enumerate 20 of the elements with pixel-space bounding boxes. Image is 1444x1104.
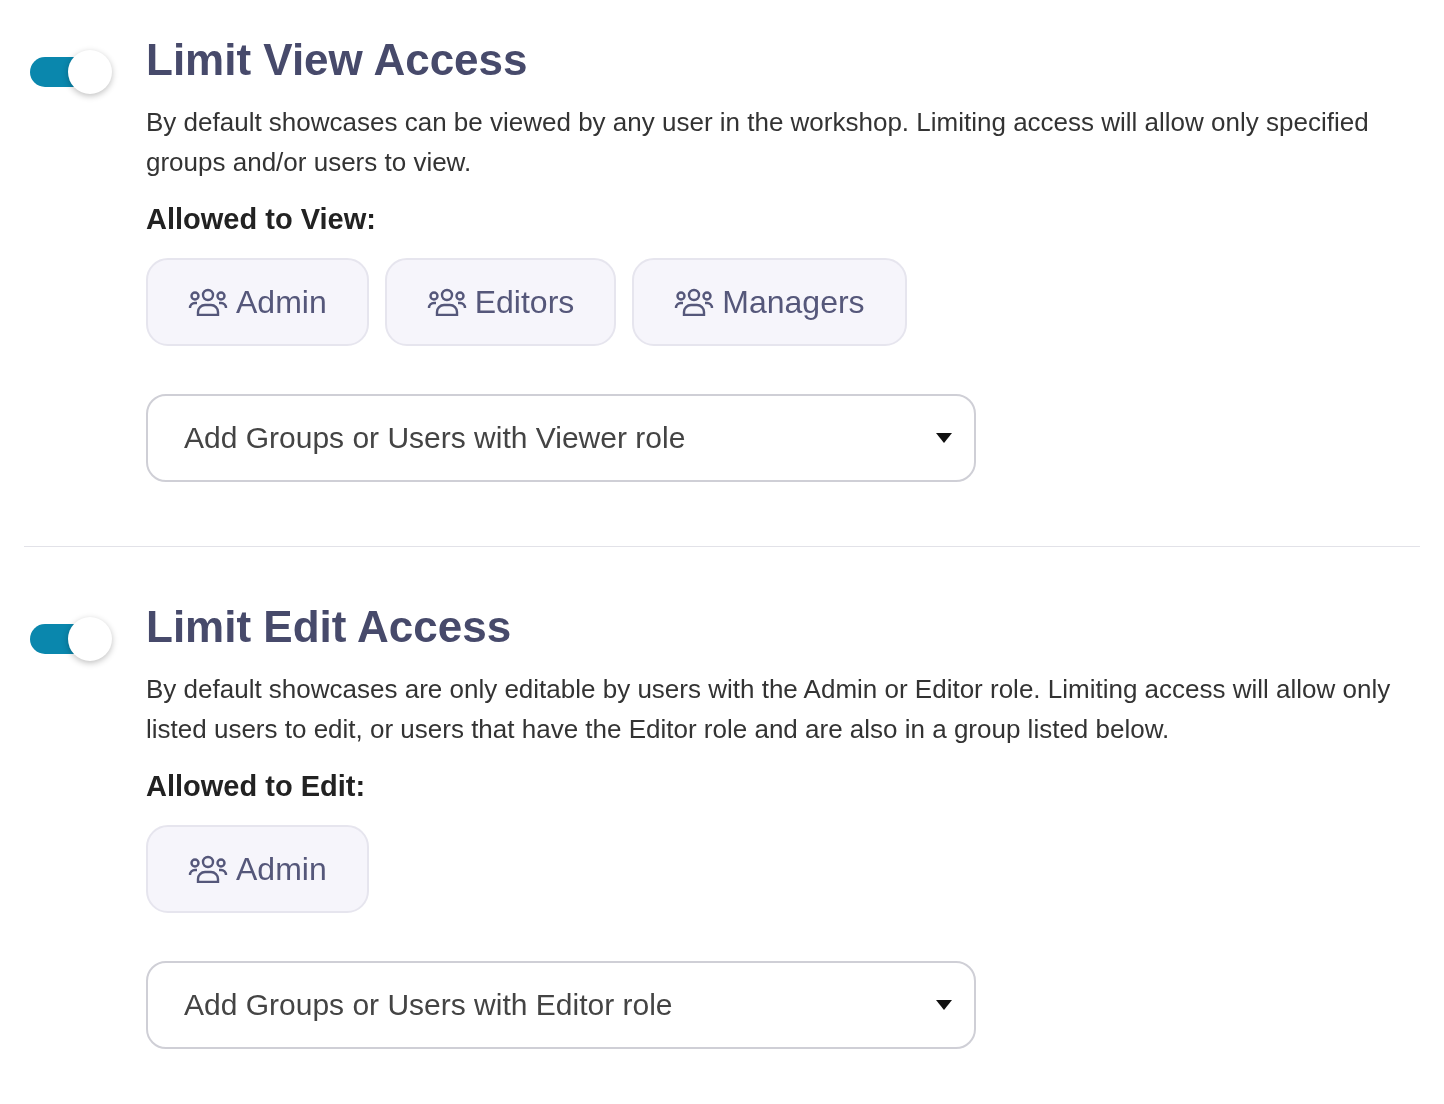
- group-chip[interactable]: Admin: [146, 257, 369, 346]
- caret-icon: [936, 432, 952, 443]
- section-title: Limit View Access: [146, 36, 529, 85]
- group-chip[interactable]: Editors: [384, 257, 617, 346]
- toggle-switch[interactable]: [30, 50, 112, 94]
- section-description: By default showcases are only editable by users with the Admin or Editor role. Limiting access will allow only listed users to edit, or users that have the Editor role and are also in a group listed below.: [146, 673, 1392, 747]
- group-icon: [426, 287, 467, 316]
- group-chip[interactable]: Admin: [146, 824, 369, 913]
- group-icon: [188, 287, 228, 316]
- list-label: Allowed to View:: [146, 202, 377, 238]
- group-icon: [188, 854, 228, 883]
- group-select-dropdown[interactable]: Add Groups or Users with Viewer role: [146, 393, 976, 482]
- group-select-dropdown[interactable]: Add Groups or Users with Editor role: [146, 960, 976, 1049]
- section-description: By default showcases can be viewed by any user in the workshop. Limiting access will allow only specified groups and/or users to view.: [146, 106, 1370, 180]
- caret-icon: [936, 999, 952, 1010]
- toggle-switch[interactable]: [30, 616, 112, 661]
- list-label: Allowed to Edit:: [146, 769, 367, 805]
- group-chip[interactable]: Managers: [632, 257, 907, 346]
- group-icon: [674, 287, 715, 316]
- section-title: Limit Edit Access: [146, 602, 513, 652]
